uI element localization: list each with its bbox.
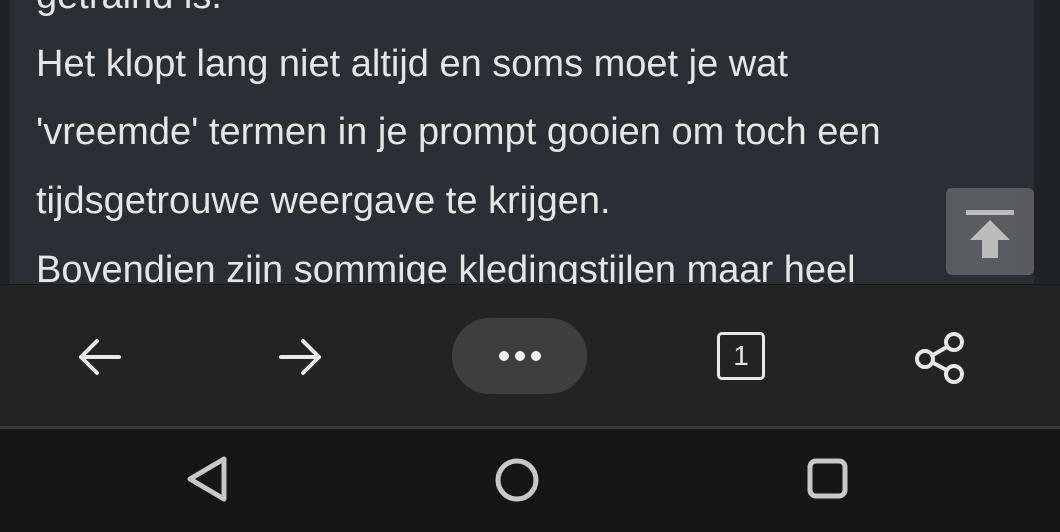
more-menu-button[interactable]	[452, 318, 587, 394]
system-recents-button[interactable]	[800, 451, 856, 507]
article-line: Het klopt lang niet altijd en soms moet …	[36, 43, 788, 85]
arrow-to-top-icon	[966, 210, 1014, 258]
browser-toolbar: 1	[0, 284, 1060, 429]
tab-count-badge: 1	[717, 332, 765, 380]
system-home-button[interactable]	[488, 451, 546, 509]
system-navigation-bar	[0, 429, 1060, 532]
article-card: getraind is. Het klopt lang niet altijd …	[10, 0, 1034, 284]
system-back-button[interactable]	[180, 451, 236, 507]
more-horizontal-icon	[499, 351, 541, 361]
share-button[interactable]	[910, 327, 970, 387]
share-icon	[915, 332, 964, 384]
triangle-back-icon	[187, 456, 227, 502]
article-line: getraind is.	[36, 0, 222, 18]
arrow-left-icon	[79, 339, 121, 375]
article-content[interactable]: getraind is. Het klopt lang niet altijd …	[0, 0, 1060, 284]
article-line: tijdsgetrouwe weergave te krijgen.	[36, 180, 611, 222]
scroll-to-top-button[interactable]	[946, 188, 1034, 275]
arrow-right-icon	[279, 339, 321, 375]
circle-home-icon	[495, 458, 539, 502]
screen: getraind is. Het klopt lang niet altijd …	[0, 0, 1060, 532]
square-recents-icon	[807, 458, 848, 499]
article-line: Bovendien zijn sommige kledingstijlen ma…	[36, 249, 856, 284]
article-line: 'vreemde' termen in je prompt gooien om …	[36, 111, 881, 153]
tabs-button[interactable]: 1	[710, 327, 770, 387]
back-button[interactable]	[70, 327, 130, 387]
forward-button[interactable]	[270, 327, 330, 387]
